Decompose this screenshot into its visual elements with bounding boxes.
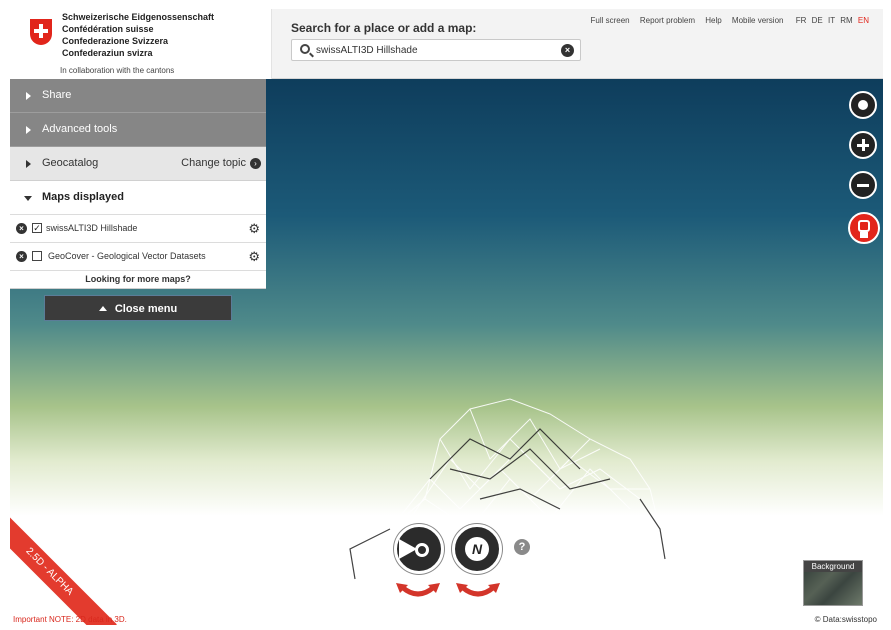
top-links: Full screen Report problem Help Mobile v… bbox=[582, 16, 869, 25]
rotate-right-arrow-icon[interactable] bbox=[456, 581, 500, 601]
caret-right-icon bbox=[26, 92, 31, 100]
layer-visibility-checkbox[interactable]: ✓ bbox=[32, 223, 42, 233]
confederation-name-fr: Confédération suisse bbox=[62, 24, 154, 34]
close-menu-label: Close menu bbox=[114, 303, 178, 315]
menu-geocatalog-label: Geocatalog bbox=[42, 157, 99, 169]
report-problem-link[interactable]: Report problem bbox=[640, 16, 695, 25]
gear-icon[interactable]: ⚙ bbox=[248, 221, 260, 237]
swiss-cross-icon bbox=[30, 19, 52, 45]
search-label: Search for a place or add a map: bbox=[291, 21, 477, 35]
lang-en[interactable]: EN bbox=[858, 16, 869, 25]
background-switcher[interactable]: Background bbox=[803, 560, 863, 606]
lang-rm[interactable]: RM bbox=[840, 16, 852, 25]
confederation-name-rm: Confederaziun svizra bbox=[62, 48, 153, 58]
locate-icon[interactable] bbox=[849, 91, 877, 119]
menu-share[interactable]: Share bbox=[10, 79, 266, 113]
full-screen-link[interactable]: Full screen bbox=[590, 16, 629, 25]
layer-row: × ✓ swissALTI3D Hillshade ⚙ bbox=[10, 215, 266, 243]
search-input[interactable] bbox=[316, 43, 546, 58]
lang-de[interactable]: DE bbox=[812, 16, 823, 25]
arrow-right-circle-icon[interactable]: › bbox=[250, 158, 261, 169]
layer-row: × GeoCover - Geological Vector Datasets … bbox=[10, 243, 266, 271]
layer-visibility-checkbox[interactable] bbox=[32, 251, 42, 261]
compass-control[interactable]: N bbox=[452, 524, 502, 574]
close-circle-icon[interactable]: × bbox=[561, 44, 574, 57]
confederation-logo-block[interactable]: Schweizerische Eidgenossenschaft Confédé… bbox=[10, 9, 272, 79]
search-box[interactable]: × bbox=[291, 39, 581, 61]
menu-geocatalog[interactable]: Geocatalog Change topic › bbox=[10, 147, 266, 181]
layer-label: swissALTI3D Hillshade bbox=[46, 223, 138, 233]
menu-maps-displayed-label: Maps displayed bbox=[42, 191, 124, 203]
collaboration-text: In collaboration with the cantons bbox=[60, 66, 175, 75]
tilt-control[interactable] bbox=[394, 524, 444, 574]
gear-icon[interactable]: ⚙ bbox=[248, 249, 260, 265]
lang-fr[interactable]: FR bbox=[796, 16, 807, 25]
zoom-out-button[interactable] bbox=[849, 171, 877, 199]
caret-right-icon bbox=[26, 126, 31, 134]
confederation-name-de: Schweizerische Eidgenossenschaft bbox=[62, 12, 215, 22]
confederation-name-it: Confederazione Svizzera bbox=[62, 36, 169, 46]
layer-label: GeoCover - Geological Vector Datasets bbox=[48, 251, 206, 261]
header: Schweizerische Eidgenossenschaft Confédé… bbox=[10, 9, 883, 79]
minus-icon bbox=[857, 184, 869, 187]
help-icon[interactable]: ? bbox=[514, 539, 530, 555]
data-credit: © Data:swisstopo bbox=[814, 615, 877, 624]
pegman-head bbox=[858, 220, 870, 232]
side-menu: Share Advanced tools Geocatalog Change t… bbox=[10, 79, 266, 289]
pegman-body bbox=[860, 232, 868, 238]
pegman-icon[interactable] bbox=[848, 212, 880, 244]
more-maps-link[interactable]: Looking for more maps? bbox=[10, 271, 266, 289]
zoom-in-button[interactable] bbox=[849, 131, 877, 159]
notice-text: Important NOTE: 2D data in 3D. bbox=[13, 615, 127, 624]
remove-layer-icon[interactable]: × bbox=[16, 223, 27, 234]
rotate-left-arrow-icon[interactable] bbox=[396, 581, 440, 601]
caret-right-icon bbox=[26, 160, 31, 168]
help-link[interactable]: Help bbox=[705, 16, 721, 25]
lang-it[interactable]: IT bbox=[828, 16, 835, 25]
menu-share-label: Share bbox=[42, 89, 72, 101]
menu-maps-displayed[interactable]: Maps displayed bbox=[10, 181, 266, 215]
close-menu-button[interactable]: Close menu bbox=[44, 295, 232, 321]
menu-advanced-tools[interactable]: Advanced tools bbox=[10, 113, 266, 147]
tilt-knob-icon[interactable] bbox=[415, 543, 429, 557]
compass-north-icon: N bbox=[465, 537, 489, 561]
caret-up-icon bbox=[98, 306, 107, 311]
plus-icon-stem bbox=[861, 139, 865, 151]
terrain-wireframe bbox=[349, 398, 666, 625]
mobile-version-link[interactable]: Mobile version bbox=[732, 16, 784, 25]
background-label: Background bbox=[804, 561, 862, 572]
search-icon bbox=[300, 44, 310, 54]
caret-down-icon bbox=[24, 196, 32, 201]
menu-advanced-tools-label: Advanced tools bbox=[42, 123, 118, 135]
remove-layer-icon[interactable]: × bbox=[16, 251, 27, 262]
app-window: Schweizerische Eidgenossenschaft Confédé… bbox=[10, 9, 883, 625]
change-topic-link[interactable]: Change topic bbox=[181, 157, 246, 169]
